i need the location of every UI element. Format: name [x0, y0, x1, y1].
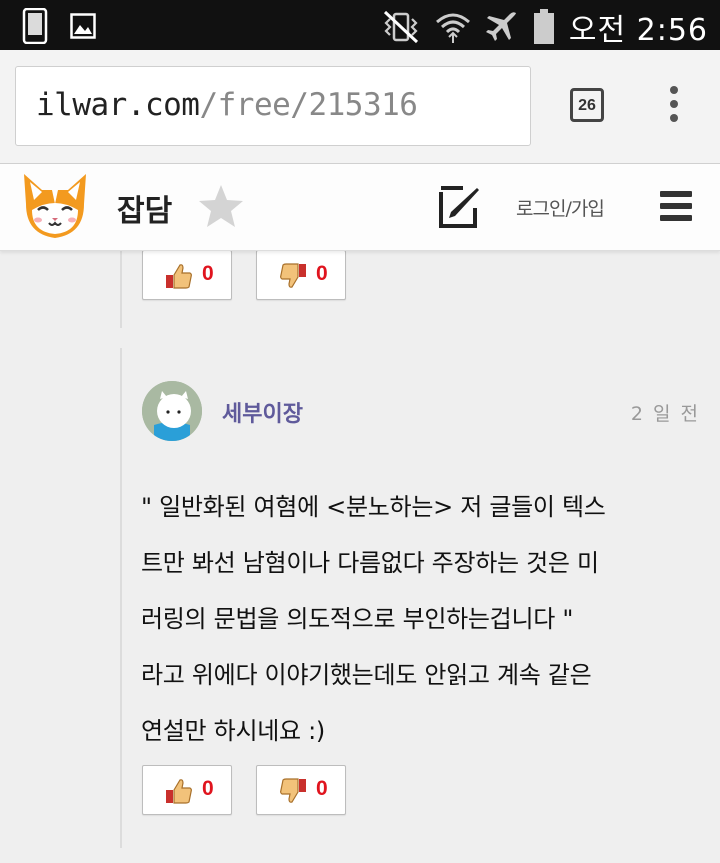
- image-icon: [70, 13, 96, 39]
- avatar-image: [142, 381, 202, 441]
- comment-line: " 일반화된 여혐에 <분노하는> 저 글들이 텍스: [141, 493, 606, 521]
- thumbs-down-icon: [280, 778, 306, 803]
- like-count: 0: [202, 262, 214, 285]
- battery-icon: [533, 9, 554, 44]
- like-button[interactable]: 0: [142, 765, 232, 815]
- thumbs-up-icon: [166, 779, 192, 804]
- phone-icon: [22, 8, 48, 44]
- status-bar: 오전 2:56: [0, 0, 720, 50]
- airplane-icon: [485, 12, 516, 41]
- thread-line: [120, 348, 122, 848]
- thumbs-up-icon: [166, 264, 192, 289]
- tab-switcher-button[interactable]: 26: [570, 88, 604, 122]
- vibrate-icon: [383, 10, 418, 44]
- dislike-button[interactable]: 0: [256, 765, 346, 815]
- dislike-count: 0: [316, 262, 328, 285]
- avatar[interactable]: [142, 381, 202, 441]
- cat-logo-icon[interactable]: [18, 170, 92, 242]
- hamburger-menu-icon[interactable]: [660, 191, 692, 221]
- like-count: 0: [202, 777, 214, 800]
- dislike-count: 0: [316, 777, 328, 800]
- comment-time: 2 일 전: [630, 403, 700, 425]
- browser-toolbar: ilwar.com/free/215316 26: [0, 50, 720, 164]
- url-path: /free/215316: [199, 87, 418, 123]
- comment-line: 트만 봐선 남혐이나 다름없다 주장하는 것은 미: [141, 549, 599, 577]
- favorite-star-icon[interactable]: [196, 182, 246, 232]
- site-header: 잡담 로그인/가입: [0, 164, 720, 251]
- comment-body: " 일반화된 여혐에 <분노하는> 저 글들이 텍스 트만 봐선 남혐이나 다름…: [141, 479, 706, 759]
- thread-line: [120, 250, 122, 328]
- comment-line: 연설만 하시네요 :): [141, 717, 325, 745]
- login-signup-link[interactable]: 로그인/가입: [516, 194, 605, 221]
- thumbs-down-icon: [280, 263, 306, 288]
- url-host: ilwar.com: [36, 87, 200, 123]
- write-icon[interactable]: [437, 184, 483, 230]
- overflow-menu-icon[interactable]: [664, 86, 684, 126]
- page-title: 잡담: [117, 194, 173, 229]
- like-button[interactable]: 0: [142, 250, 232, 300]
- address-bar[interactable]: ilwar.com/free/215316: [15, 66, 531, 146]
- comment-line: 라고 위에다 이야기했는데도 안읽고 계속 같은: [141, 661, 592, 689]
- comment-line: 러링의 문법을 의도적으로 부인하는겁니다 ": [141, 605, 574, 633]
- url-text[interactable]: ilwar.com/free/215316: [36, 87, 418, 123]
- clock: 오전 2:56: [568, 13, 708, 48]
- wifi-icon: [435, 13, 470, 43]
- comment-author[interactable]: 세부이장: [222, 396, 303, 428]
- dislike-button[interactable]: 0: [256, 250, 346, 300]
